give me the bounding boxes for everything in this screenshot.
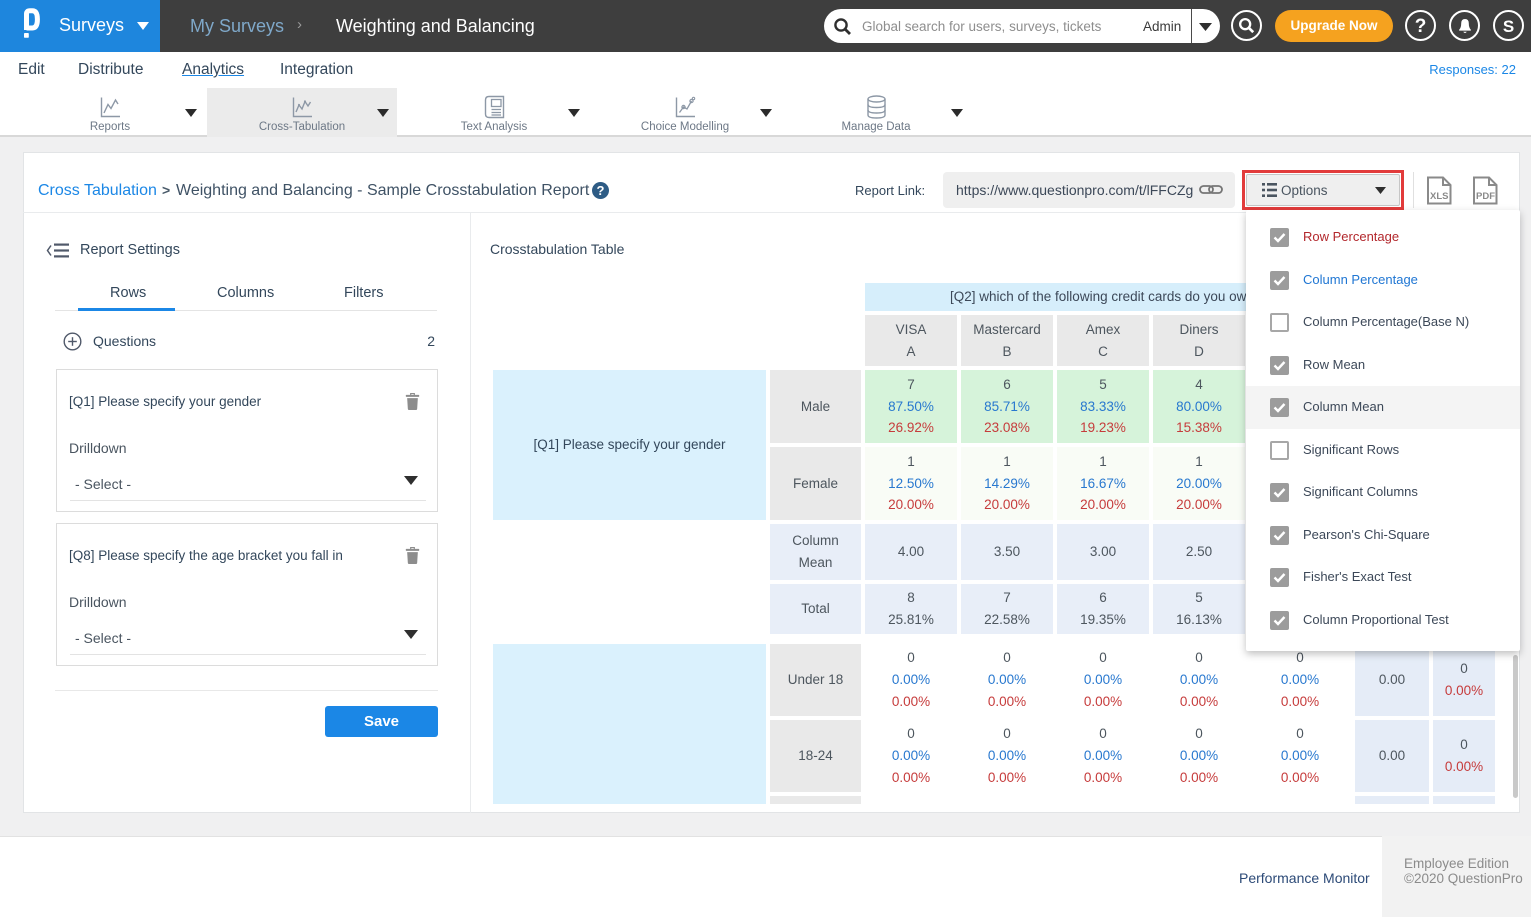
svg-text:PDF: PDF [1476, 191, 1495, 202]
svg-text:XLS: XLS [1430, 191, 1448, 202]
